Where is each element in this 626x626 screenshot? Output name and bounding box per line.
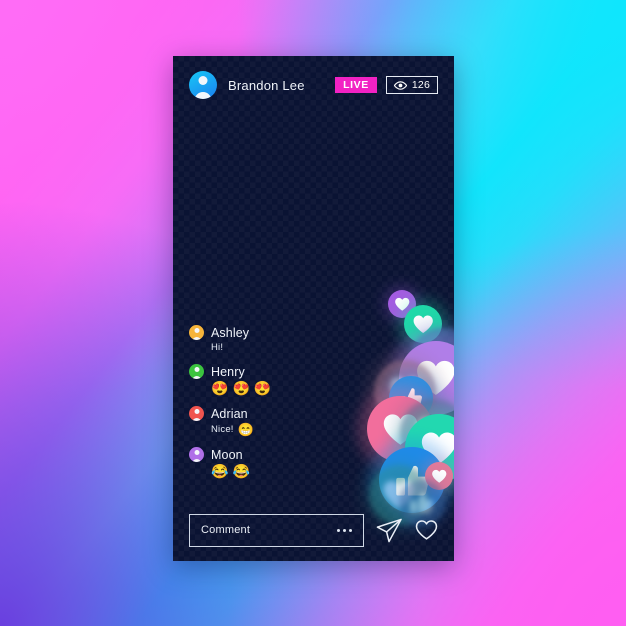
chat-user-avatar[interactable]	[189, 406, 204, 421]
chat-message-emoji: 😍	[253, 380, 272, 396]
chat-message-text: Hi!	[211, 342, 224, 353]
live-badge: LIVE	[335, 76, 377, 94]
heart-icon	[431, 469, 447, 483]
avatar-head-shape	[194, 327, 199, 333]
chat-message-emoji: 😂	[232, 463, 250, 479]
chat-message-emoji: 😁	[237, 422, 254, 437]
avatar-body-shape	[191, 336, 202, 340]
chat-message: Ashley Hi!	[189, 325, 359, 353]
avatar-body-shape	[191, 375, 202, 379]
eye-icon	[393, 80, 407, 90]
chat-message-header: Adrian	[189, 406, 359, 421]
chat-message-text: Nice!	[211, 424, 234, 435]
chat-message-emoji: 😍	[232, 380, 250, 396]
live-stream-screen: Brandon Lee LIVE 126 Ashley Hi! Henry 😍 😍 😍 Ad…	[173, 56, 454, 561]
chat-message-body: 😍 😍 😍	[211, 381, 359, 395]
comment-input[interactable]: Comment	[189, 513, 364, 547]
heart-icon[interactable]	[415, 519, 438, 541]
comment-placeholder: Comment	[201, 524, 251, 536]
chat-message: Moon 😂 😂	[189, 447, 359, 478]
chat-user-avatar[interactable]	[189, 364, 204, 379]
ellipsis-icon[interactable]	[337, 528, 352, 532]
chat-message-body: 😂 😂	[211, 464, 359, 478]
avatar-body-shape	[191, 417, 202, 421]
chat-message-header: Henry	[189, 364, 359, 379]
avatar-head-shape	[194, 449, 199, 455]
header-right-group: LIVE 126	[335, 76, 438, 94]
chat-message-header: Ashley	[189, 325, 359, 340]
avatar-head-shape	[194, 366, 199, 372]
avatar-head-shape	[194, 408, 199, 414]
chat-message-body: Nice! 😁	[211, 423, 359, 436]
host-name: Brandon Lee	[228, 77, 305, 93]
chat-user-name: Adrian	[211, 406, 248, 421]
chat-message-emoji: 😍	[211, 380, 229, 396]
avatar-head-shape	[198, 76, 208, 85]
heart-icon	[394, 297, 410, 311]
avatar-body-shape	[191, 458, 202, 462]
chat-message: Henry 😍 😍 😍	[189, 364, 359, 395]
chat-user-name: Moon	[211, 447, 243, 462]
chat-user-name: Ashley	[211, 325, 250, 340]
avatar-body-shape	[194, 92, 212, 99]
chat-message-header: Moon	[189, 447, 359, 462]
chat-message-emoji: 😂	[211, 463, 229, 479]
comment-bar: Comment	[189, 513, 438, 547]
viewer-count-badge[interactable]: 126	[385, 76, 438, 94]
chat-user-avatar[interactable]	[189, 325, 204, 340]
viewer-count-value: 126	[411, 79, 430, 91]
chat-user-avatar[interactable]	[189, 447, 204, 462]
host-avatar[interactable]	[189, 71, 217, 99]
chat-message-list: Ashley Hi! Henry 😍 😍 😍 Adrian Nice! 😁 Moon 😂 😂	[189, 325, 359, 489]
stream-header: Brandon Lee LIVE 126	[173, 56, 454, 114]
chat-message: Adrian Nice! 😁	[189, 406, 359, 436]
send-icon[interactable]	[376, 518, 403, 543]
chat-message-body: Hi!	[211, 342, 359, 353]
chat-user-name: Henry	[211, 364, 245, 379]
